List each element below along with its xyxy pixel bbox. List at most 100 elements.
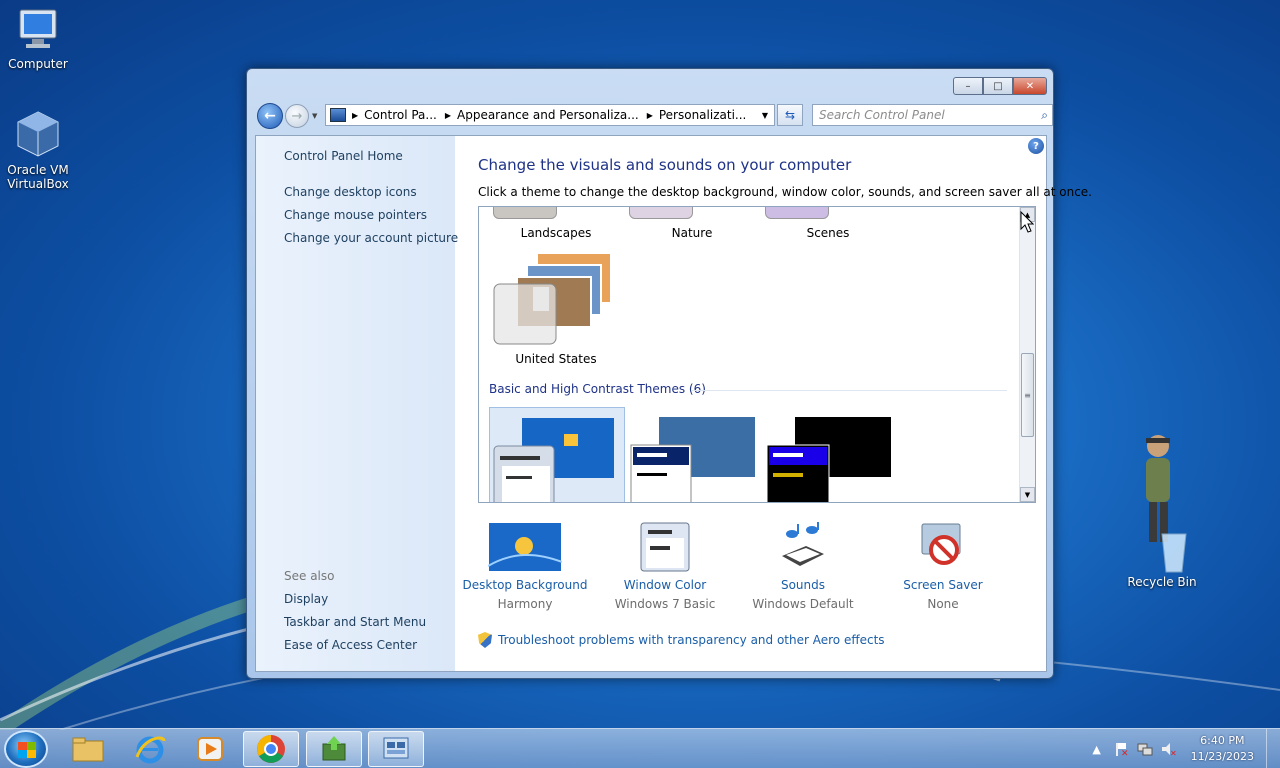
sidebar-link-account-picture[interactable]: Change your account picture [284, 231, 458, 245]
desktop-background-value: Harmony [497, 597, 553, 611]
theme-thumb-united-states[interactable] [493, 251, 615, 347]
minimize-button[interactable]: – [953, 77, 983, 95]
search-input[interactable]: Search Control Panel ⌕ [812, 104, 1053, 126]
screen-saver-icon [921, 523, 961, 565]
theme-thumb-landscapes[interactable] [493, 207, 557, 219]
desktop-background-label[interactable]: Desktop Background [455, 578, 595, 592]
desktop-background-link[interactable]: Desktop Background Harmony [455, 522, 595, 611]
volume-muted-icon[interactable]: ✕ [1161, 741, 1177, 757]
media-player-icon [197, 737, 223, 761]
theme-thumb-scenes[interactable] [765, 207, 829, 219]
window-color-value: Windows 7 Basic [614, 597, 716, 611]
breadcrumb-personalization[interactable]: Personalizati... [659, 108, 746, 122]
content-area: Control Panel Home Change desktop icons … [255, 135, 1092, 672]
close-button[interactable]: ✕ [1013, 77, 1047, 95]
clock[interactable]: 6:40 PM 11/23/2023 [1191, 733, 1254, 765]
page-title: Change the visuals and sounds on your co… [478, 156, 852, 174]
desktop-icon-computer[interactable]: Computer [0, 8, 76, 71]
theme-label-nature[interactable]: Nature [632, 226, 752, 240]
computer-icon [19, 9, 57, 48]
screen-saver-label[interactable]: Screen Saver [873, 578, 1013, 592]
start-button[interactable] [4, 730, 48, 768]
sidebar-link-mouse-pointers[interactable]: Change mouse pointers [284, 208, 427, 222]
personalization-window: – □ ✕ ← → ▼ ▶ Control Pa... ▶ Appearance… [246, 68, 1092, 679]
chevron-right-icon[interactable]: ▶ [647, 111, 653, 120]
taskbar: ▲ ✕ ✕ 6:40 PM 11/23/2023 [0, 728, 1280, 768]
sidebar-link-display[interactable]: Display [284, 592, 328, 606]
window-controls: – □ ✕ [953, 77, 1047, 95]
theme-windows-classic[interactable] [629, 417, 759, 503]
desktop-icon-label: Recycle Bin [1127, 575, 1197, 589]
theme-high-contrast[interactable] [765, 417, 895, 503]
scroll-thumb[interactable]: ≡ [1021, 353, 1034, 437]
page-description: Click a theme to change the desktop back… [478, 185, 1092, 199]
svg-text:✕: ✕ [1170, 749, 1177, 757]
sidebar-link-desktop-icons[interactable]: Change desktop icons [284, 185, 417, 199]
maximize-button[interactable]: □ [983, 77, 1013, 95]
theme-list: Landscapes Nature Scenes United States B… [478, 206, 1036, 503]
screen-saver-value: None [927, 597, 959, 611]
taskbar-app-installer[interactable] [306, 731, 362, 767]
chevron-right-icon[interactable]: ▶ [445, 111, 451, 120]
desktop-icon-label: Oracle VM VirtualBox [7, 163, 69, 191]
refresh-button[interactable]: ⇆ [777, 104, 803, 126]
svg-text:✕: ✕ [1121, 749, 1129, 757]
theme-label-landscapes[interactable]: Landscapes [496, 226, 616, 240]
show-hidden-icons-icon[interactable]: ▲ [1089, 741, 1105, 757]
search-placeholder: Search Control Panel [819, 108, 945, 122]
breadcrumb-control-panel[interactable]: Control Pa... [364, 108, 437, 122]
mouse-cursor-icon [1020, 211, 1034, 233]
sounds-link[interactable]: Sounds Windows Default [733, 522, 873, 611]
sidebar-link-taskbar[interactable]: Taskbar and Start Menu [284, 615, 426, 629]
sounds-label[interactable]: Sounds [733, 578, 873, 592]
search-icon[interactable]: ⌕ [1041, 108, 1048, 123]
troubleshoot-link[interactable]: Troubleshoot problems with transparency … [478, 632, 885, 648]
windows-7-basic-thumb [493, 418, 614, 502]
main-panel: ? Change the visuals and sounds on your … [455, 136, 1092, 671]
theme-list-scrollbar[interactable]: ▲ ≡ ▼ [1019, 207, 1035, 502]
theme-label-united-states[interactable]: United States [496, 352, 616, 366]
group-divider [691, 390, 1007, 391]
taskbar-media-player[interactable] [182, 731, 238, 767]
network-icon[interactable] [1137, 741, 1153, 757]
sounds-icon [782, 522, 824, 566]
window-color-icon [640, 522, 690, 572]
windows-logo-icon-lower [18, 750, 36, 758]
shield-icon [478, 632, 492, 648]
sidebar-link-ease-of-access[interactable]: Ease of Access Center [284, 638, 417, 652]
troubleshoot-label[interactable]: Troubleshoot problems with transparency … [498, 633, 885, 647]
screen-saver-link[interactable]: Screen Saver None [873, 522, 1013, 611]
back-button[interactable]: ← [257, 103, 283, 129]
desktop-icon-label: Computer [8, 57, 68, 71]
help-icon[interactable]: ? [1028, 138, 1044, 154]
chevron-right-icon[interactable]: ▶ [352, 111, 358, 120]
recycle-bin-icon [1146, 435, 1187, 573]
system-tray: ▲ ✕ ✕ 6:40 PM 11/23/2023 [1085, 729, 1280, 768]
taskbar-control-panel[interactable] [368, 731, 424, 767]
scroll-down-button[interactable]: ▼ [1020, 487, 1035, 502]
installer-icon [322, 736, 346, 761]
address-bar[interactable]: ▶ Control Pa... ▶ Appearance and Persona… [325, 104, 775, 126]
taskbar-chrome[interactable] [243, 731, 299, 767]
theme-windows-7-basic[interactable] [489, 407, 625, 502]
virtualbox-icon [17, 111, 59, 157]
sidebar-link-home[interactable]: Control Panel Home [284, 149, 403, 163]
sidebar: Control Panel Home Change desktop icons … [256, 136, 458, 671]
theme-thumb-nature[interactable] [629, 207, 693, 219]
taskbar-internet-explorer[interactable] [122, 731, 178, 767]
desktop-icon-recycle-bin[interactable]: Recycle Bin [1122, 430, 1202, 589]
navigation-bar: ← → ▼ ▶ Control Pa... ▶ Appearance and P… [255, 103, 1053, 129]
window-color-link[interactable]: Window Color Windows 7 Basic [595, 522, 735, 611]
window-color-label[interactable]: Window Color [595, 578, 735, 592]
theme-label-scenes[interactable]: Scenes [768, 226, 888, 240]
forward-button[interactable]: → [285, 104, 309, 128]
breadcrumb-appearance[interactable]: Appearance and Personaliza... [457, 108, 639, 122]
show-desktop-button[interactable] [1266, 729, 1280, 768]
address-dropdown-icon[interactable]: ▼ [762, 111, 768, 120]
desktop-icon-virtualbox[interactable]: Oracle VM VirtualBox [0, 110, 76, 191]
taskbar-windows-explorer[interactable] [60, 731, 116, 767]
recent-pages-dropdown[interactable]: ▼ [312, 112, 317, 120]
control-panel-taskbar-icon [383, 737, 409, 759]
action-center-flag-icon[interactable]: ✕ [1113, 741, 1129, 757]
control-panel-icon [330, 108, 346, 122]
